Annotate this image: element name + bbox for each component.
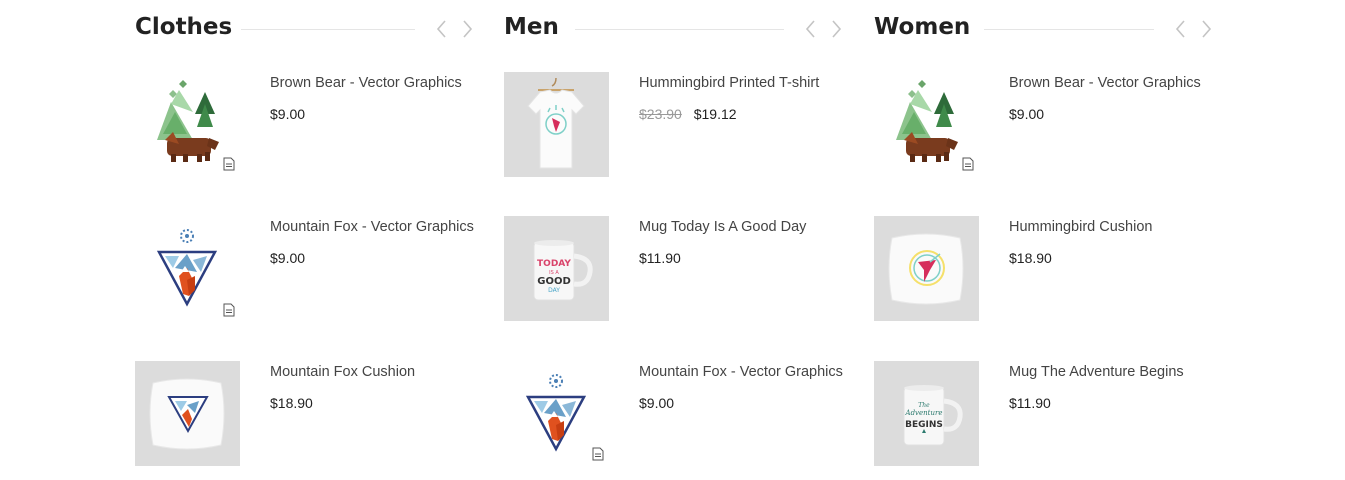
product-price: $9.00	[1009, 106, 1045, 122]
product-name[interactable]: Hummingbird Printed T-shirt	[639, 74, 819, 92]
chevron-left-icon[interactable]	[433, 18, 451, 40]
chevron-right-icon[interactable]	[827, 18, 845, 40]
product-name[interactable]: Mountain Fox Cushion	[270, 363, 415, 381]
product-price: $9.00	[270, 250, 306, 266]
product-item[interactable]: Hummingbird Cushion $18.90	[874, 216, 1219, 322]
product-name[interactable]: Mountain Fox - Vector Graphics	[639, 363, 843, 381]
file-icon	[223, 303, 235, 317]
product-item[interactable]: Hummingbird Printed T-shirt $23.90 $19.1…	[504, 72, 849, 178]
product-image-mug-today-good-day[interactable]: TODAY IS A GOOD DAY	[504, 216, 609, 321]
product-price: $11.90	[1009, 395, 1051, 411]
file-icon	[223, 157, 235, 171]
product-item[interactable]: Brown Bear - Vector Graphics $9.00	[135, 72, 480, 178]
product-image-hummingbird-cushion[interactable]	[874, 216, 979, 321]
product-item[interactable]: Brown Bear - Vector Graphics $9.00	[874, 72, 1219, 178]
product-price-row: $18.90	[1009, 249, 1052, 267]
chevron-right-icon[interactable]	[1197, 18, 1215, 40]
product-name[interactable]: Hummingbird Cushion	[1009, 218, 1152, 236]
product-price: $9.00	[639, 395, 675, 411]
title-divider	[241, 29, 415, 30]
column-title: Clothes	[135, 14, 233, 40]
product-price-row: $9.00	[639, 394, 674, 412]
product-image-mountain-fox-cushion[interactable]	[135, 361, 240, 466]
product-name[interactable]: Brown Bear - Vector Graphics	[1009, 74, 1201, 92]
product-price: $11.90	[639, 250, 681, 266]
product-price-row: $9.00	[1009, 105, 1044, 123]
column-header: Women	[874, 12, 1219, 44]
product-old-price: $23.90	[639, 106, 682, 122]
mug-text: DAY	[548, 287, 560, 294]
chevron-left-icon[interactable]	[1172, 18, 1190, 40]
mug-text: BEGINS	[905, 420, 943, 430]
product-item[interactable]: TODAY IS A GOOD DAY Mug Today Is A Good …	[504, 216, 849, 322]
product-price-row: $18.90	[270, 394, 313, 412]
product-name[interactable]: Mug The Adventure Begins	[1009, 363, 1184, 381]
product-price-row: $11.90	[1009, 394, 1051, 412]
product-price-row: $11.90	[639, 249, 681, 267]
chevron-left-icon[interactable]	[802, 18, 820, 40]
mug-text: GOOD	[537, 276, 571, 287]
product-price: $18.90	[270, 395, 313, 411]
product-price-row: $9.00	[270, 105, 305, 123]
product-price-row: $9.00	[270, 249, 305, 267]
product-item[interactable]: Mountain Fox - Vector Graphics $9.00	[135, 216, 480, 322]
product-price: $18.90	[1009, 250, 1052, 266]
mug-text: TODAY	[537, 259, 571, 269]
column-header: Men	[504, 12, 849, 44]
column-title: Women	[874, 14, 971, 40]
column-header: Clothes	[135, 12, 480, 44]
product-name[interactable]: Brown Bear - Vector Graphics	[270, 74, 462, 92]
file-icon	[592, 447, 604, 461]
file-icon	[962, 157, 974, 171]
mug-text: The	[918, 402, 930, 409]
chevron-right-icon[interactable]	[458, 18, 476, 40]
product-item[interactable]: Mountain Fox Cushion $18.90	[135, 361, 480, 467]
mug-text: Adventure	[905, 409, 943, 417]
product-image-mug-adventure-begins[interactable]: The Adventure BEGINS	[874, 361, 979, 466]
product-item[interactable]: The Adventure BEGINS Mug The Adventure B…	[874, 361, 1219, 467]
product-price: $9.00	[270, 106, 306, 122]
product-price-row: $23.90 $19.12	[639, 105, 737, 123]
product-name[interactable]: Mug Today Is A Good Day	[639, 218, 806, 236]
product-price: $19.12	[693, 106, 737, 122]
title-divider	[984, 29, 1154, 30]
product-name[interactable]: Mountain Fox - Vector Graphics	[270, 218, 474, 236]
product-image-hummingbird-tshirt[interactable]	[504, 72, 609, 177]
title-divider	[575, 29, 784, 30]
product-item[interactable]: Mountain Fox - Vector Graphics $9.00	[504, 361, 849, 467]
column-title: Men	[504, 14, 559, 40]
